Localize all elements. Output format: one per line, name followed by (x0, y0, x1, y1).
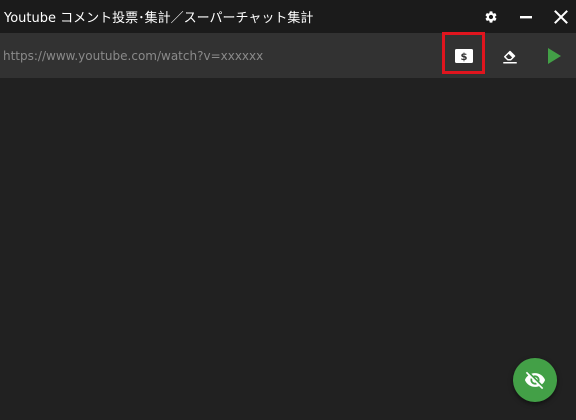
video-url-input[interactable] (0, 33, 430, 78)
minimize-button[interactable] (515, 6, 537, 28)
comment-area (0, 78, 576, 420)
play-icon (548, 47, 561, 64)
title-bar: Youtube コメント投票･集計／スーパーチャット集計 (0, 0, 576, 33)
eraser-icon (503, 50, 517, 63)
settings-button[interactable] (480, 6, 502, 28)
close-button[interactable] (550, 6, 572, 28)
window-title: Youtube コメント投票･集計／スーパーチャット集計 (4, 11, 314, 26)
svg-text:$: $ (461, 52, 468, 63)
eye-off-icon (524, 371, 546, 390)
toggle-visibility-button[interactable] (513, 358, 557, 402)
superchat-tally-button[interactable]: $ (444, 33, 484, 78)
money-icon: $ (455, 48, 473, 63)
clear-button[interactable] (490, 33, 530, 78)
close-icon (554, 10, 568, 24)
app-window: Youtube コメント投票･集計／スーパーチャット集計 $ (0, 0, 576, 420)
gear-icon (485, 11, 497, 23)
minimize-icon (520, 16, 532, 19)
url-toolbar: $ (0, 33, 576, 78)
start-button[interactable] (534, 33, 574, 78)
